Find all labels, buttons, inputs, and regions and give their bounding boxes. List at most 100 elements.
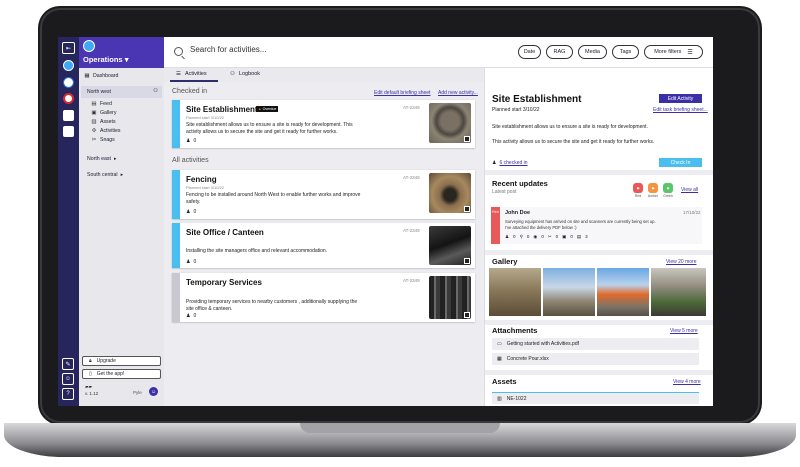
people-count: 0 [193, 259, 197, 265]
user-avatar[interactable]: ☺ [149, 387, 158, 396]
gallery-image[interactable] [489, 268, 541, 316]
stat-value: 3 [585, 234, 588, 239]
edit-icon[interactable]: ✎ [62, 358, 74, 370]
activity-card-site-establishment[interactable]: Site Establishment ▲ Overdue Planned star… [172, 100, 475, 148]
operations-logo-icon[interactable] [63, 60, 74, 71]
view-all-updates-link[interactable]: View all [681, 187, 698, 193]
card-status-bar [172, 100, 180, 148]
card-thumbnail[interactable] [429, 226, 471, 265]
filter-label: More filters [654, 49, 682, 55]
tab-activities[interactable]: ☰ Activities [176, 71, 207, 77]
edit-briefing-link[interactable]: Edit task briefing sheet... [653, 107, 708, 113]
activity-detail-panel: Site Establishment Edit Activity Planned… [484, 68, 713, 406]
partner-logo-icon[interactable] [63, 126, 74, 137]
workspace-switcher[interactable]: Operations ▾ [83, 55, 128, 64]
stat-value: 0 [513, 234, 516, 239]
sidebar-region-south-central[interactable]: South central ▸ [87, 172, 123, 178]
app-version: v. 1.12 [85, 391, 99, 396]
checked-in-link[interactable]: 6 checked in [499, 160, 527, 166]
update-text: I've attached the delivery PDF below :) [505, 225, 577, 230]
sidebar-item-feed[interactable]: ▤ Feed [91, 101, 111, 107]
attachment-item[interactable]: ▭ Getting started with Activities.pdf [492, 338, 699, 350]
upgrade-button[interactable]: 🔒︎ Upgrade [82, 356, 161, 366]
view-more-assets-link[interactable]: View 4 more [673, 379, 701, 385]
card-thumbnail[interactable] [429, 276, 471, 319]
attachment-item[interactable]: ▦ Concrete Pour.xlsx [492, 353, 699, 365]
rag-amber-button[interactable]: ⚑ [648, 183, 658, 193]
underground-logo-icon[interactable] [63, 93, 74, 104]
card-thumbnail[interactable] [429, 173, 471, 213]
filter-date-button[interactable]: Date [518, 45, 541, 59]
card-status-bar [172, 223, 180, 268]
get-app-button[interactable]: ▯ Get the app! [82, 369, 161, 379]
region-selected[interactable]: North west ⚇ [81, 86, 162, 98]
rag-label: Amber [647, 194, 659, 198]
asset-item[interactable]: ▥ NE-1022 [492, 392, 699, 404]
collapse-sidebar-icon[interactable]: ⇤ [62, 42, 75, 54]
upgrade-label: Upgrade [96, 358, 116, 364]
gallery-image[interactable] [651, 268, 706, 316]
filter-media-button[interactable]: Media [578, 45, 607, 59]
image-icon: ▣ [562, 234, 567, 239]
workspace-logo-icon[interactable] [63, 77, 74, 88]
check-in-button[interactable]: Check In [659, 158, 702, 167]
app-rail: ⇤ ✎ ☺ ? [58, 37, 79, 406]
detail-description: This activity allows us to secure the si… [492, 139, 655, 145]
sidebar-region-north-east[interactable]: North east ▸ [87, 156, 117, 162]
gallery-title: Gallery [492, 257, 518, 266]
user-icon[interactable]: ☺ [62, 373, 74, 385]
activity-card-fencing[interactable]: Fencing Planned start 3/10/22 Fencing to… [172, 170, 475, 219]
view-more-gallery-link[interactable]: View 20 more [666, 259, 696, 265]
media-icon [464, 258, 470, 264]
rag-red-button[interactable]: ⚑ [633, 183, 643, 193]
sidebar-item-label: Gallery [100, 110, 117, 116]
dashboard-icon: ▦ [84, 73, 90, 79]
sidebar-item-dashboard[interactable]: ▦ Dashboard [84, 73, 118, 79]
rag-green-button[interactable]: ⚑ [663, 183, 673, 193]
button-label: Edit Activity [667, 95, 694, 102]
divider [485, 370, 713, 375]
get-app-label: Get the app! [96, 371, 125, 377]
tab-label: Activities [184, 71, 207, 77]
card-description: Fencing to be installed around North Wes… [186, 192, 361, 205]
edit-activity-button[interactable]: Edit Activity [659, 94, 702, 103]
update-stats: ♟ 0 ⚲ 0 ◉ 0 ✂ 0 ▣ 0 ▤ 3 [505, 234, 588, 240]
update-post[interactable]: Red John Doe 17/10/22 Surveying equipmen… [491, 207, 702, 244]
sidebar-item-gallery[interactable]: ▣ Gallery [91, 110, 116, 116]
activity-card-site-office[interactable]: Site Office / Canteen Installing the sit… [172, 223, 475, 268]
list-icon: ☰ [176, 71, 181, 77]
gallery-image[interactable] [543, 268, 595, 316]
activity-card-temporary-services[interactable]: Temporary Services Providing temporary s… [172, 273, 475, 322]
sidebar-item-activities[interactable]: ✣ Activities [91, 128, 121, 134]
card-description: Site establishment allows us to ensure a… [186, 122, 353, 135]
more-filters-button[interactable]: More filters ☰ [644, 45, 703, 59]
add-new-activity-link[interactable]: Add new activity... [438, 90, 478, 96]
app-screen: ⇤ ✎ ☺ ? Operations ▾ ▦ Dashboard North w… [58, 37, 713, 406]
search-input[interactable] [190, 45, 370, 54]
card-people-count: ♟ 0 [186, 209, 196, 215]
card-thumbnail[interactable] [429, 103, 471, 143]
help-icon[interactable]: ? [62, 388, 74, 400]
filter-tags-button[interactable]: Tags [612, 45, 639, 59]
assets-icon: ▥ [91, 119, 97, 125]
activity-list: Checked in Edit default briefing sheet A… [164, 82, 484, 406]
view-more-attachments-link[interactable]: View 5 more [670, 328, 698, 334]
card-title: Site Establishment [186, 105, 258, 114]
person-icon: ♟ [186, 313, 191, 319]
gallery-image[interactable] [597, 268, 649, 316]
card-people-count: ♟ 0 [186, 138, 196, 144]
client-logo-icon[interactable] [63, 110, 74, 121]
sidebar-item-assets[interactable]: ▥ Assets [91, 119, 115, 125]
add-user-icon[interactable]: ⚇ [153, 88, 158, 94]
checked-in-count[interactable]: ♟ 6 checked in [492, 160, 528, 166]
filter-rag-button[interactable]: RAG [546, 45, 573, 59]
person-icon: ♟ [186, 259, 191, 265]
sidebar-header: Operations ▾ [79, 37, 164, 68]
edit-default-briefing-link[interactable]: Edit default briefing sheet [374, 90, 430, 96]
tab-logbook[interactable]: ⚇ Logbook [230, 71, 260, 77]
app-brand-icon: ▰▰ [85, 384, 92, 389]
card-people-count: ♟ 0 [186, 259, 196, 265]
sidebar-item-snags[interactable]: ✂ Snags [91, 137, 115, 143]
filter-label: Tags [619, 49, 632, 55]
button-label: Check In [670, 159, 691, 166]
